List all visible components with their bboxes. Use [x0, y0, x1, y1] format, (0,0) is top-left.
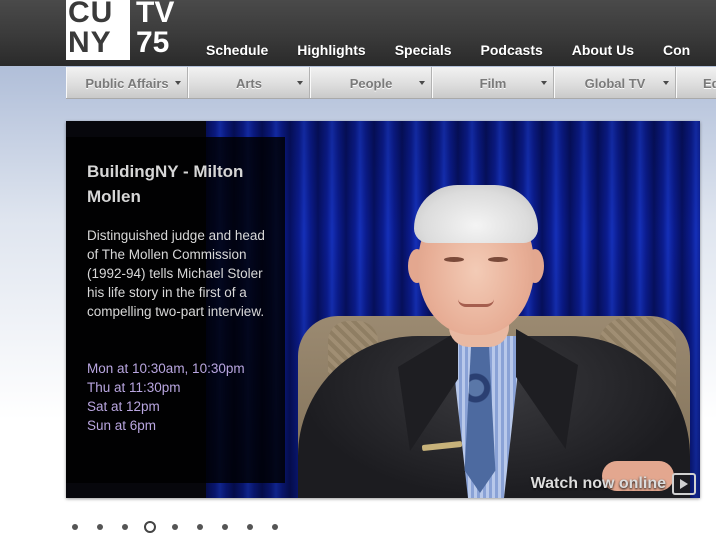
dropdown-arrow-icon — [419, 81, 425, 85]
eye-left — [444, 257, 464, 262]
schedule-line: Thu at 11:30pm — [87, 380, 181, 395]
dropdown-arrow-icon — [541, 81, 547, 85]
category-people[interactable]: People — [310, 67, 432, 98]
schedule-line: Sun at 6pm — [87, 418, 157, 433]
logo-text-cu: CU — [68, 0, 114, 29]
eye-right — [488, 257, 508, 262]
pager-dot[interactable] — [97, 524, 103, 530]
pager-dot[interactable] — [122, 524, 128, 530]
main-nav-podcasts[interactable]: Podcasts — [481, 40, 543, 62]
schedule-line: Mon at 10:30am, 10:30pm — [87, 361, 245, 376]
play-icon — [672, 473, 696, 495]
logo-cuny-block: CU NY — [66, 0, 130, 60]
pager-dot-active[interactable] — [144, 521, 156, 533]
main-nav-schedule[interactable]: Schedule — [206, 40, 268, 62]
logo-text-tv: TV — [136, 0, 175, 29]
dropdown-arrow-icon — [297, 81, 303, 85]
dropdown-arrow-icon — [663, 81, 669, 85]
feature-description: Distinguished judge and head of The Moll… — [87, 228, 265, 319]
white-hair — [414, 185, 538, 243]
category-label: Public Affairs — [85, 75, 169, 91]
main-nav-highlights[interactable]: Highlights — [297, 40, 365, 62]
pager-dot[interactable] — [222, 524, 228, 530]
category-film[interactable]: Film — [432, 67, 554, 98]
main-nav-about-us[interactable]: About Us — [572, 40, 634, 62]
category-label: Ed — [703, 75, 716, 91]
category-label: Global TV — [584, 75, 646, 91]
slideshow-pager — [72, 520, 297, 534]
category-education[interactable]: Ed — [676, 67, 716, 98]
main-nav-specials[interactable]: Specials — [395, 40, 452, 62]
feature-title[interactable]: BuildingNY - Milton Mollen — [87, 159, 277, 209]
main-nav-contact[interactable]: Con — [663, 40, 690, 62]
pager-dot[interactable] — [72, 524, 78, 530]
featured-program[interactable]: BuildingNY - Milton Mollen Distinguished… — [66, 121, 700, 498]
dropdown-arrow-icon — [175, 81, 181, 85]
category-nav: Public Affairs Arts People Film Global T… — [66, 67, 716, 99]
cuny-tv-logo[interactable]: CU NY TV 75 — [66, 0, 174, 62]
category-label: Film — [479, 75, 507, 91]
pager-dot[interactable] — [197, 524, 203, 530]
smile — [458, 299, 494, 307]
logo-text-75: 75 — [136, 26, 170, 59]
logo-text-ny: NY — [68, 26, 112, 59]
category-global-tv[interactable]: Global TV — [554, 67, 676, 98]
site-header: CU NY TV 75 Schedule Highlights Specials… — [0, 0, 716, 66]
watch-now-online-link[interactable]: Watch now online — [531, 473, 696, 495]
pager-dot[interactable] — [172, 524, 178, 530]
category-label: People — [349, 75, 393, 91]
category-arts[interactable]: Arts — [188, 67, 310, 98]
schedule-line: Sat at 12pm — [87, 399, 160, 414]
category-label: Arts — [235, 75, 262, 91]
pager-dot[interactable] — [247, 524, 253, 530]
main-nav: Schedule Highlights Specials Podcasts Ab… — [206, 40, 716, 62]
watch-now-label: Watch now online — [530, 475, 666, 492]
category-public-affairs[interactable]: Public Affairs — [66, 67, 188, 98]
pager-dot[interactable] — [272, 524, 278, 530]
airing-schedule: Mon at 10:30am, 10:30pm Thu at 11:30pm S… — [87, 359, 277, 435]
